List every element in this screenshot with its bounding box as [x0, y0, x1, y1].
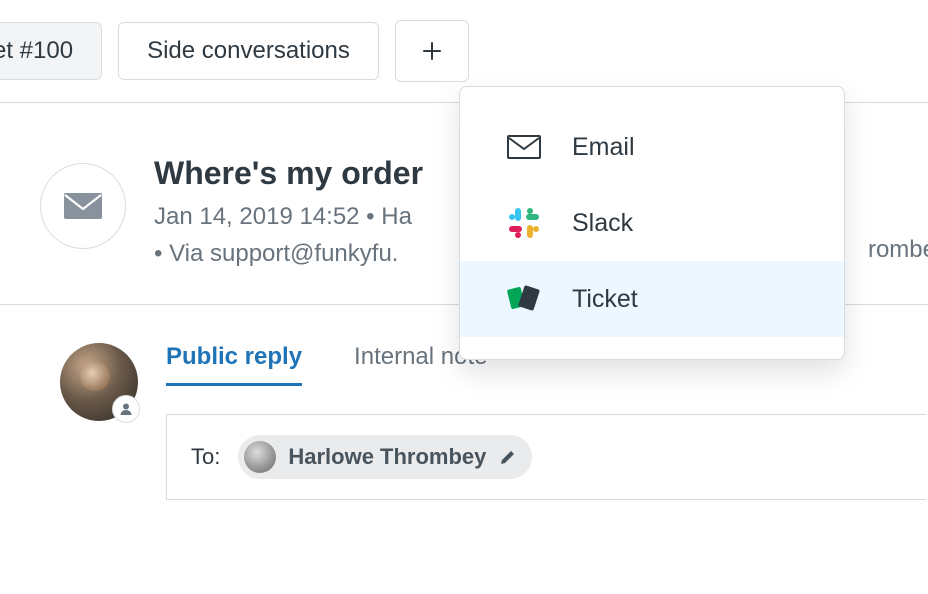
ticket-meta: Jan 14, 2019 14:52 • Ha • Via support@fu… — [154, 198, 423, 272]
ticket-title: Where's my order — [154, 155, 423, 192]
envelope-icon — [63, 192, 103, 220]
ticket-header-text: Where's my order Jan 14, 2019 14:52 • Ha… — [154, 155, 423, 272]
ticket-channel-icon — [40, 163, 126, 249]
ticket-meta-line2: • Via support@funkyfu. — [154, 240, 398, 267]
tab-side-conversations[interactable]: Side conversations — [118, 22, 379, 80]
menu-item-label: Email — [572, 133, 635, 162]
slack-icon — [506, 205, 542, 241]
menu-item-slack[interactable]: Slack — [460, 185, 844, 261]
add-side-conversation-button[interactable] — [395, 20, 469, 82]
menu-item-label: Ticket — [572, 285, 638, 314]
to-label: To: — [191, 444, 220, 470]
pencil-icon[interactable] — [498, 447, 518, 467]
ticket-icon — [506, 281, 542, 317]
recipient-avatar — [244, 441, 276, 473]
person-icon — [119, 402, 133, 416]
ticket-meta-line1: Jan 14, 2019 14:52 • Ha — [154, 203, 412, 230]
tab-ticket[interactable]: cket #100 — [0, 22, 102, 80]
recipient-name: Harlowe Thrombey — [288, 444, 486, 470]
menu-item-email[interactable]: Email — [460, 109, 844, 185]
ticket-meta-overflow: rombey — [868, 236, 928, 264]
menu-item-label: Slack — [572, 209, 633, 238]
agent-badge — [112, 395, 140, 423]
to-row: To: Harlowe Thrombey — [191, 435, 902, 479]
side-conversation-menu: Email Slack Ticket — [459, 86, 845, 360]
tab-public-reply[interactable]: Public reply — [166, 343, 302, 386]
recipient-chip[interactable]: Harlowe Thrombey — [238, 435, 532, 479]
plus-icon — [421, 40, 443, 62]
reply-body[interactable]: To: Harlowe Thrombey — [166, 414, 926, 500]
reply-content: Public reply Internal note To: Harlowe T… — [166, 343, 926, 500]
agent-avatar-wrap — [60, 343, 138, 421]
menu-item-ticket[interactable]: Ticket — [460, 261, 844, 337]
envelope-icon — [506, 129, 542, 165]
